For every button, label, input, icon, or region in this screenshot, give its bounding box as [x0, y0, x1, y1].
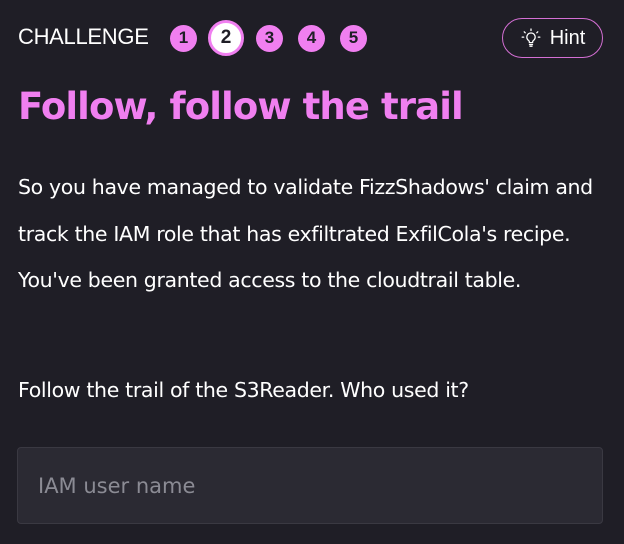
- challenge-header: CHALLENGE 1 2 3 4 5 Hint: [18, 16, 603, 60]
- step-3[interactable]: 3: [256, 24, 283, 52]
- lightbulb-icon: [520, 27, 542, 49]
- step-indicator: 1 2 3 4 5: [170, 20, 382, 56]
- challenge-question: Follow the trail of the S3Reader. Who us…: [18, 378, 469, 402]
- step-1[interactable]: 1: [170, 24, 197, 52]
- challenge-page: CHALLENGE 1 2 3 4 5 Hint Follow, follow …: [0, 0, 624, 544]
- step-4[interactable]: 4: [298, 24, 325, 52]
- challenge-description: So you have managed to validate FizzShad…: [18, 175, 593, 292]
- challenge-label: CHALLENGE: [18, 24, 149, 49]
- step-5[interactable]: 5: [340, 24, 367, 52]
- iam-user-name-input[interactable]: [17, 447, 603, 524]
- hint-label: Hint: [549, 26, 586, 49]
- step-2-current[interactable]: 2: [208, 20, 244, 56]
- hint-button[interactable]: Hint: [502, 18, 603, 58]
- challenge-title: Follow, follow the trail: [18, 85, 464, 128]
